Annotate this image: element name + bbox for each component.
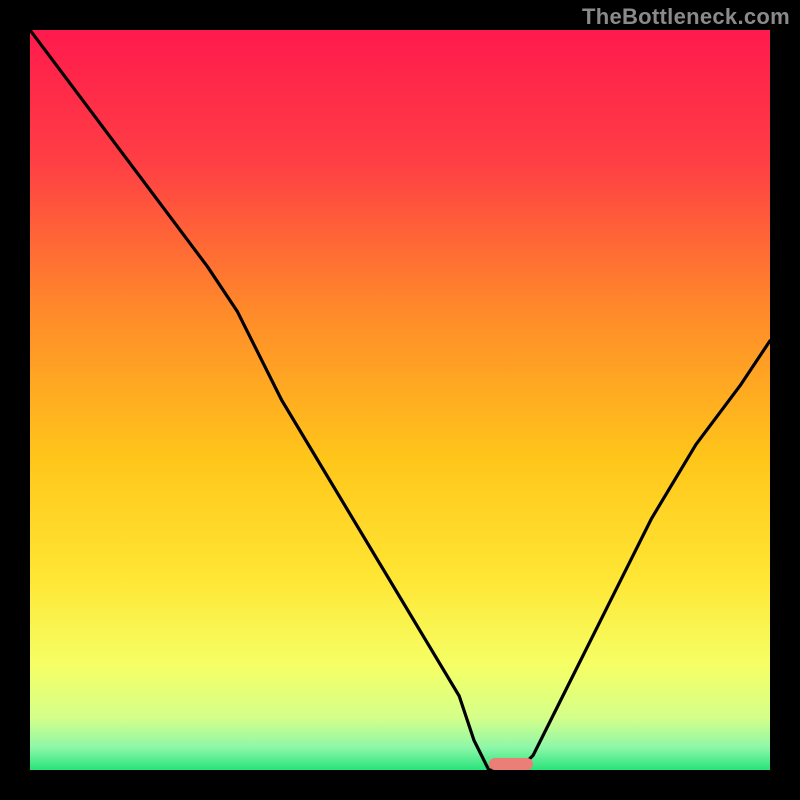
- watermark-label: TheBottleneck.com: [582, 4, 790, 30]
- optimum-marker: [489, 758, 533, 770]
- bottleneck-curve: [30, 30, 770, 770]
- plot-area: [30, 30, 770, 770]
- chart-frame: TheBottleneck.com: [0, 0, 800, 800]
